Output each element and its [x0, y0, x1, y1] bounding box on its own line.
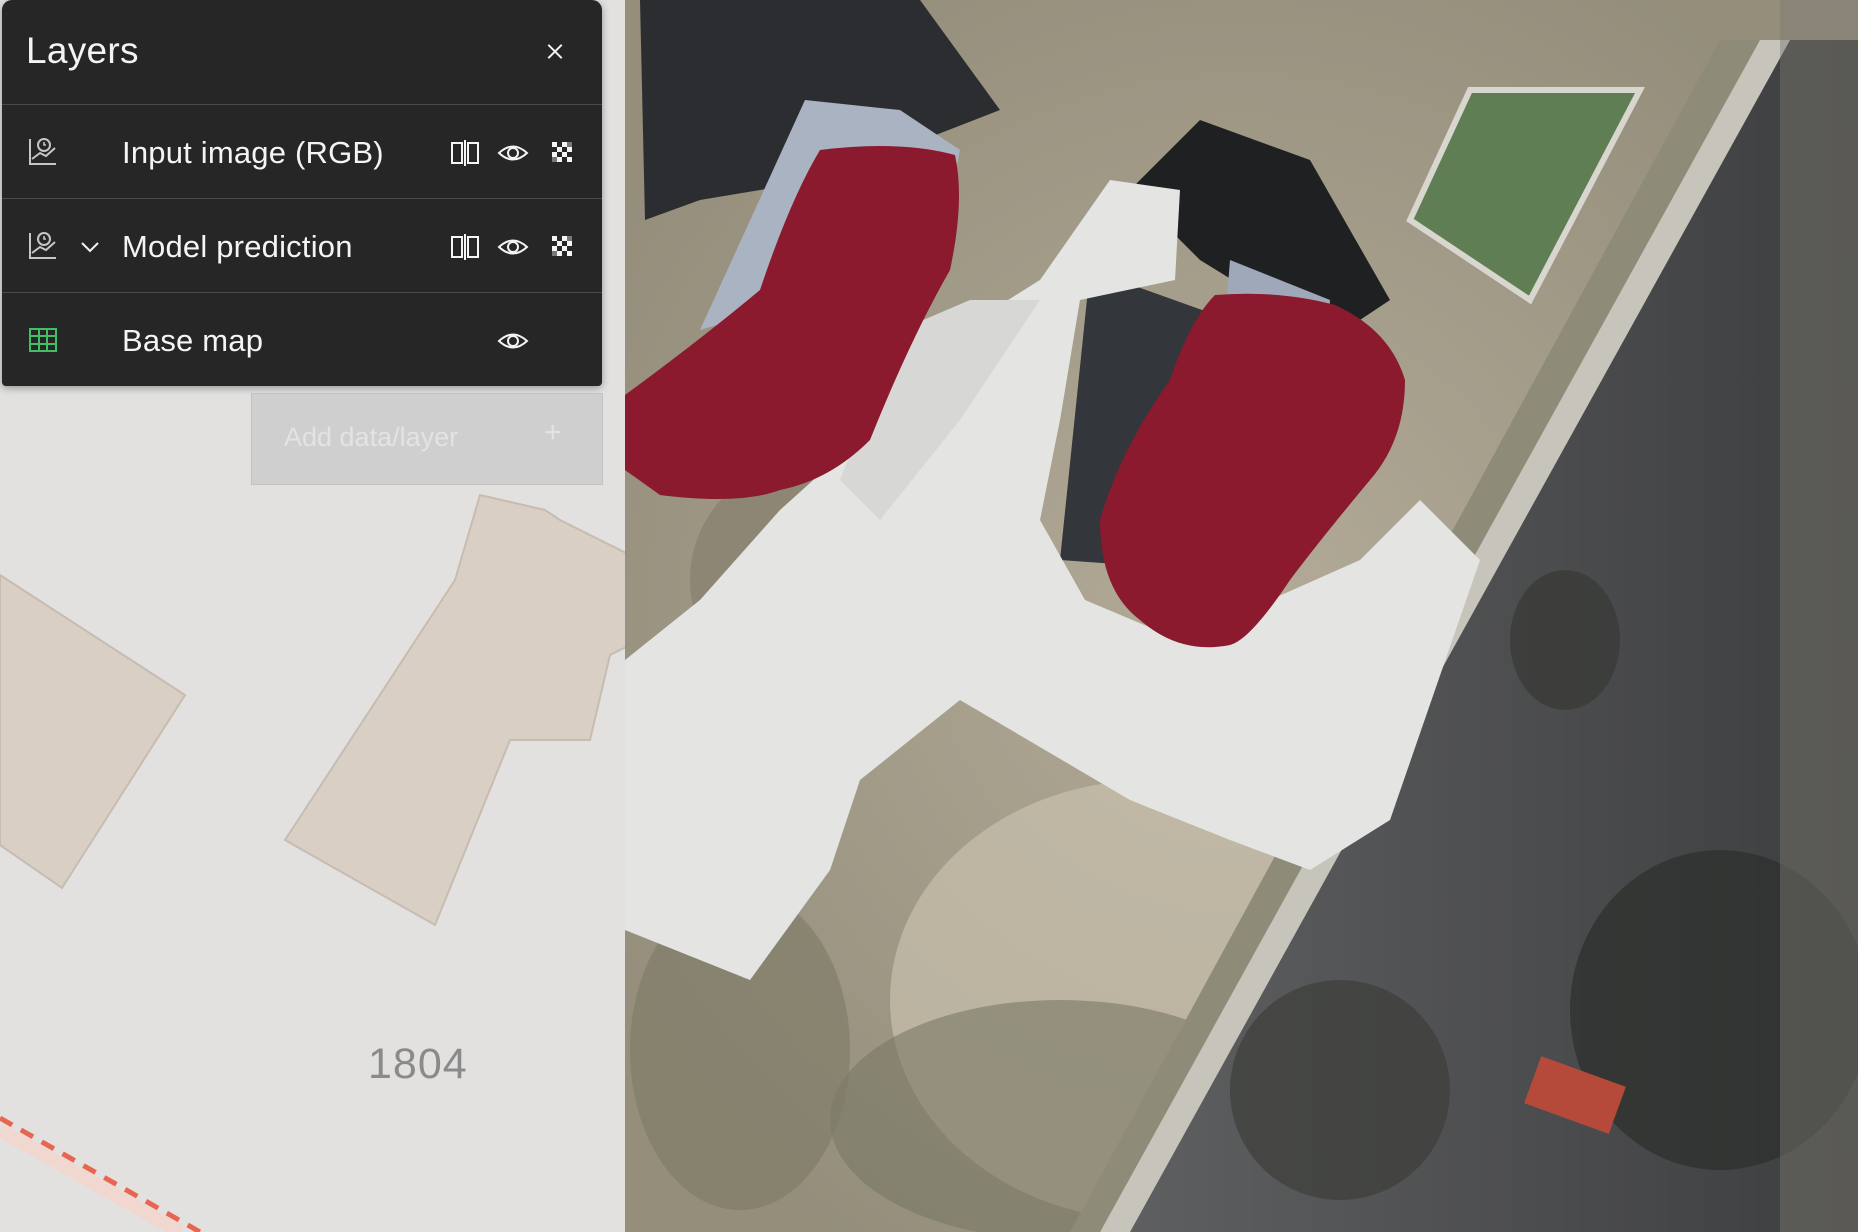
- layer-row-model-prediction[interactable]: Model prediction: [2, 199, 602, 293]
- compare-icon[interactable]: [448, 230, 482, 264]
- layer-row-input-image[interactable]: Input image (RGB): [2, 105, 602, 199]
- chevron-down-icon[interactable]: [78, 235, 102, 259]
- add-data-layer-label: Add data/layer: [284, 422, 459, 452]
- panel-title: Layers: [26, 30, 139, 71]
- panel-header: Layers: [2, 0, 602, 105]
- layers-panel: Layers Input image (RGB) Model predictio…: [2, 0, 602, 386]
- chart-clock-icon: [29, 138, 56, 165]
- add-data-layer-button[interactable]: Add data/layer +: [251, 393, 603, 485]
- chart-clock-icon: [29, 232, 56, 259]
- close-icon[interactable]: [540, 36, 570, 66]
- layer-name: Base map: [122, 323, 264, 358]
- layer-name: Input image (RGB): [122, 135, 384, 170]
- eye-icon[interactable]: [496, 136, 530, 170]
- eye-icon[interactable]: [496, 230, 530, 264]
- layer-name: Model prediction: [122, 229, 353, 264]
- eye-icon[interactable]: [496, 324, 530, 358]
- opacity-icon[interactable]: [546, 230, 580, 264]
- compare-icon[interactable]: [448, 136, 482, 170]
- street-number-label: 1804: [368, 1040, 468, 1088]
- plus-icon: +: [544, 416, 562, 449]
- opacity-icon[interactable]: [546, 136, 580, 170]
- map-icon: [29, 328, 57, 352]
- layer-row-base-map[interactable]: Base map: [2, 293, 602, 385]
